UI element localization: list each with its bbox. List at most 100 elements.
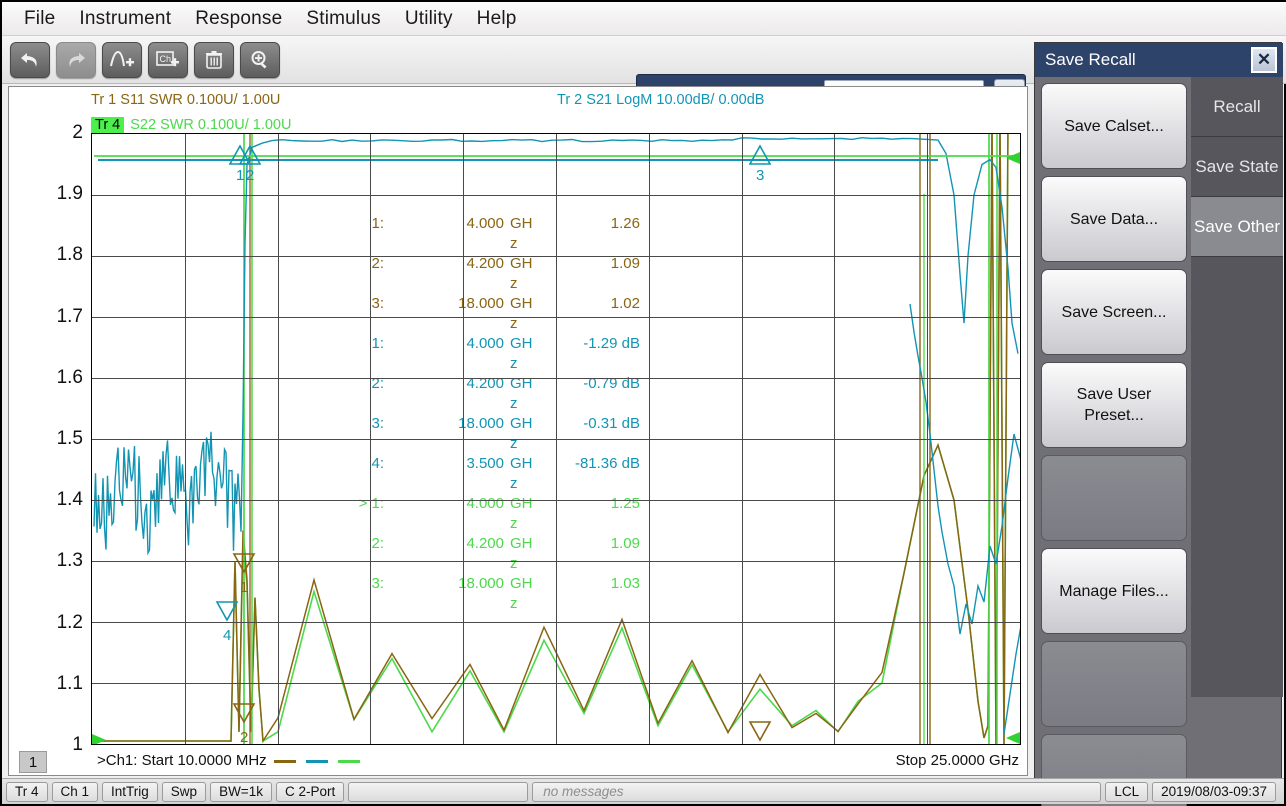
stop-pointer-icon <box>1006 732 1020 744</box>
softkey-label-line: Save User <box>1076 386 1152 403</box>
menu-bar: File Instrument Response Stimulus Utilit… <box>2 2 1286 36</box>
legend-dash-trace1 <box>273 759 296 763</box>
marker-triangle <box>748 144 772 165</box>
marker-number: 4 <box>223 627 231 644</box>
y-axis: 2 1.9 1.8 1.7 1.6 1.5 1.4 1.3 1.2 1.1 1 <box>9 122 89 755</box>
gridline-vertical <box>463 134 464 744</box>
panel-body: Save Calset... Save Data... Save Screen...… <box>1035 77 1283 806</box>
marker-glyph[interactable]: 2 <box>232 703 256 744</box>
status-channel[interactable]: Ch 1 <box>51 781 99 802</box>
vna-application-window: File Instrument Response Stimulus Utilit… <box>0 0 1286 806</box>
softkey-save-calset[interactable]: Save Calset... <box>1041 83 1187 169</box>
status-lcl[interactable]: LCL <box>1105 781 1149 802</box>
trace4-label-text: S22 SWR 0.100U/ 1.00U <box>130 117 292 133</box>
add-trace-button[interactable] <box>102 41 142 78</box>
trash-icon <box>206 50 222 69</box>
start-frequency-text: >Ch1: Start 10.0000 MHz <box>97 752 267 769</box>
menu-item-utility[interactable]: Utility <box>393 5 465 33</box>
svg-text:Ch: Ch <box>160 54 172 64</box>
gridline-vertical <box>834 134 835 744</box>
gridline-vertical <box>278 134 279 744</box>
status-spare <box>348 781 529 802</box>
trace2-label[interactable]: Tr 2 S21 LogM 10.00dB/ 0.00dB <box>557 92 764 108</box>
menu-item-response[interactable]: Response <box>183 5 294 33</box>
gridline-vertical <box>649 134 650 744</box>
marker-number: 1 <box>236 167 244 184</box>
marker-number: 2 <box>246 167 254 184</box>
menu-item-file[interactable]: File <box>12 5 67 33</box>
y-axis-tick: 1.9 <box>56 183 83 205</box>
marker-triangle <box>232 553 256 574</box>
softkey-label-line: Save Screen... <box>1061 303 1167 321</box>
y-axis-tick: 1.6 <box>56 366 83 388</box>
marker-glyph[interactable]: 4 <box>215 601 239 644</box>
menu-item-instrument[interactable]: Instrument <box>67 5 183 33</box>
marker-triangle <box>748 721 772 742</box>
softkey-empty[interactable] <box>1041 455 1187 541</box>
gridline-vertical <box>556 134 557 744</box>
add-channel-button[interactable]: Ch <box>148 41 188 78</box>
marker-number: 1 <box>240 579 248 596</box>
add-channel-icon: Ch <box>156 50 179 66</box>
y-axis-tick: 1.7 <box>56 305 83 327</box>
panel-title-text: Save Recall <box>1045 50 1136 69</box>
status-sweep[interactable]: Swp <box>161 781 207 802</box>
softkey-save-data[interactable]: Save Data... <box>1041 176 1187 262</box>
panel-tab-filler <box>1191 257 1283 697</box>
panel-tab-column: Recall Save State Save Other <box>1191 77 1283 783</box>
menu-item-stimulus[interactable]: Stimulus <box>294 5 392 33</box>
gridline-vertical <box>927 134 928 744</box>
softkey-empty[interactable] <box>1041 641 1187 727</box>
reference-pointer-icon <box>1006 152 1020 164</box>
panel-tab-recall[interactable]: Recall <box>1191 77 1283 137</box>
marker-triangle <box>232 703 256 724</box>
gridline-vertical <box>185 134 186 744</box>
softkey-save-screen[interactable]: Save Screen... <box>1041 269 1187 355</box>
y-axis-tick: 1.8 <box>56 244 83 266</box>
zoom-in-icon <box>251 50 267 68</box>
panel-title-bar: Save Recall ✕ <box>1035 43 1283 77</box>
redo-button[interactable] <box>56 41 96 78</box>
marker-triangle <box>228 144 252 165</box>
y-axis-tick: 1.2 <box>56 611 83 633</box>
softkey-label-line: Manage Files... <box>1059 582 1169 600</box>
trace4-label[interactable]: Tr 4 S22 SWR 0.100U/ 1.00U <box>91 117 291 133</box>
marker-glyph[interactable]: 3 <box>748 144 772 184</box>
gridline-vertical <box>370 134 371 744</box>
softkey-save-user-preset[interactable]: Save User Preset... <box>1041 362 1187 448</box>
softkey-manage-files[interactable]: Manage Files... <box>1041 548 1187 634</box>
status-bar: Tr 4 Ch 1 IntTrig Swp BW=1k C 2-Port no … <box>2 778 1284 804</box>
status-trigger[interactable]: IntTrig <box>102 781 158 802</box>
marker-triangle <box>215 601 239 622</box>
status-bandwidth[interactable]: BW=1k <box>210 781 272 802</box>
trace1-label[interactable]: Tr 1 S11 SWR 0.100U/ 1.00U <box>91 92 280 108</box>
redo-icon <box>69 52 85 67</box>
status-trace[interactable]: Tr 4 <box>6 781 48 802</box>
panel-tab-save-other[interactable]: Save Other <box>1191 197 1283 257</box>
menu-item-help[interactable]: Help <box>465 5 529 33</box>
softkey-label-line: Preset... <box>1084 407 1144 424</box>
marker-glyph[interactable]: 3 <box>748 721 772 744</box>
delete-button[interactable] <box>194 41 234 78</box>
y-axis-tick: 1.5 <box>56 428 83 449</box>
y-axis-tick: 2 <box>72 122 83 143</box>
undo-button[interactable] <box>10 41 50 78</box>
softkey-column: Save Calset... Save Data... Save Screen...… <box>1035 77 1191 806</box>
plot-area[interactable]: 1: 4.000 GH z 1.26 2: 4.200 GH z 1.09 3: 18.000 GH… <box>91 133 1021 745</box>
close-icon[interactable]: ✕ <box>1251 47 1277 73</box>
start-frequency-label: >Ch1: Start 10.0000 MHz <box>97 752 363 769</box>
marker-triangle <box>238 144 262 165</box>
trace4-badge: Tr 4 <box>91 117 125 133</box>
gridline-vertical <box>742 134 743 744</box>
panel-tab-save-state[interactable]: Save State <box>1191 137 1283 197</box>
softkey-label-line: Save Data... <box>1069 210 1159 228</box>
channel-number-box[interactable]: 1 <box>19 751 47 773</box>
marker-number: 3 <box>756 167 764 184</box>
stop-frequency-label: Stop 25.0000 GHz <box>895 752 1019 769</box>
status-correction[interactable]: C 2-Port <box>275 781 345 802</box>
status-datetime: 2019/08/03-09:37 <box>1152 781 1276 802</box>
start-pointer-icon <box>92 734 106 744</box>
undo-icon <box>21 52 37 67</box>
softkey-label-line: Save Calset... <box>1064 117 1164 135</box>
zoom-button[interactable] <box>240 41 280 78</box>
